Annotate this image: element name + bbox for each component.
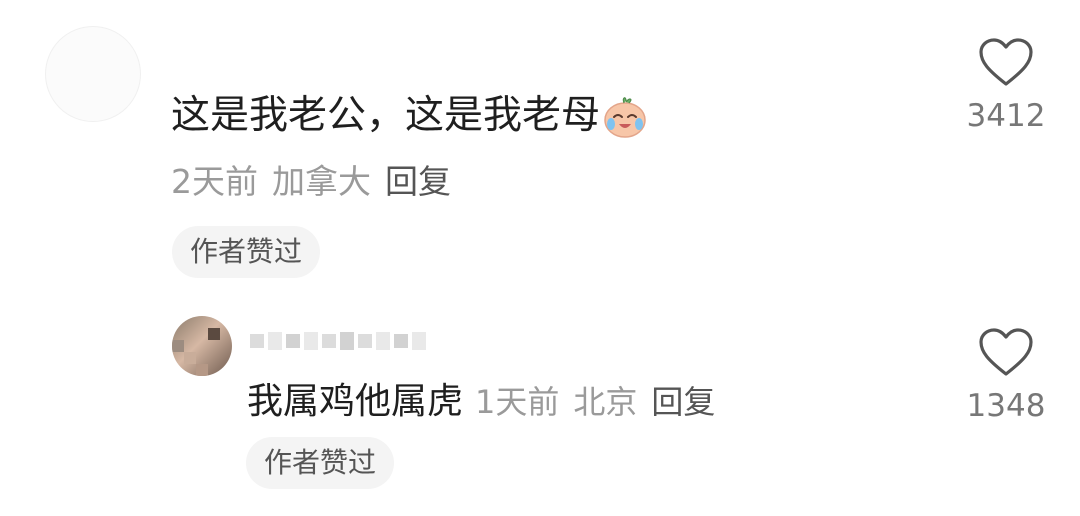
commenter-avatar[interactable] <box>45 26 141 122</box>
like-count: 3412 <box>966 98 1046 134</box>
reply-button[interactable]: 回复 <box>385 162 451 201</box>
reply-avatar[interactable] <box>172 316 232 376</box>
comment-time: 2天前 <box>171 162 258 201</box>
reply-username-blurred[interactable] <box>250 326 426 356</box>
heart-icon[interactable] <box>978 38 1034 88</box>
reply-like[interactable]: 1348 <box>951 328 1061 426</box>
reply-time: 1天前 <box>475 383 560 421</box>
author-liked-badge: 作者赞过 <box>172 226 321 278</box>
reply-author-liked-badge: 作者赞过 <box>246 437 395 489</box>
comment-like[interactable]: 3412 <box>951 38 1061 136</box>
comment-location: 加拿大 <box>272 162 371 201</box>
reply-text: 我属鸡他属虎 <box>247 381 464 422</box>
reply-meta: 1天前 北京 回复 <box>475 378 715 426</box>
comment-meta: 2天前 加拿大 回复 <box>171 162 451 202</box>
crying-face-emoji-icon <box>602 93 648 139</box>
comment-text: 这是我老公，这是我老母 <box>171 93 601 138</box>
heart-icon[interactable] <box>978 328 1034 378</box>
reply-reply-button[interactable]: 回复 <box>651 383 715 421</box>
reply-body: 我属鸡他属虎 1天前 北京 回复 <box>247 378 715 426</box>
reply-location: 北京 <box>573 383 638 421</box>
comment-body: 这是我老公，这是我老母 <box>171 90 648 142</box>
like-count: 1348 <box>966 388 1046 424</box>
